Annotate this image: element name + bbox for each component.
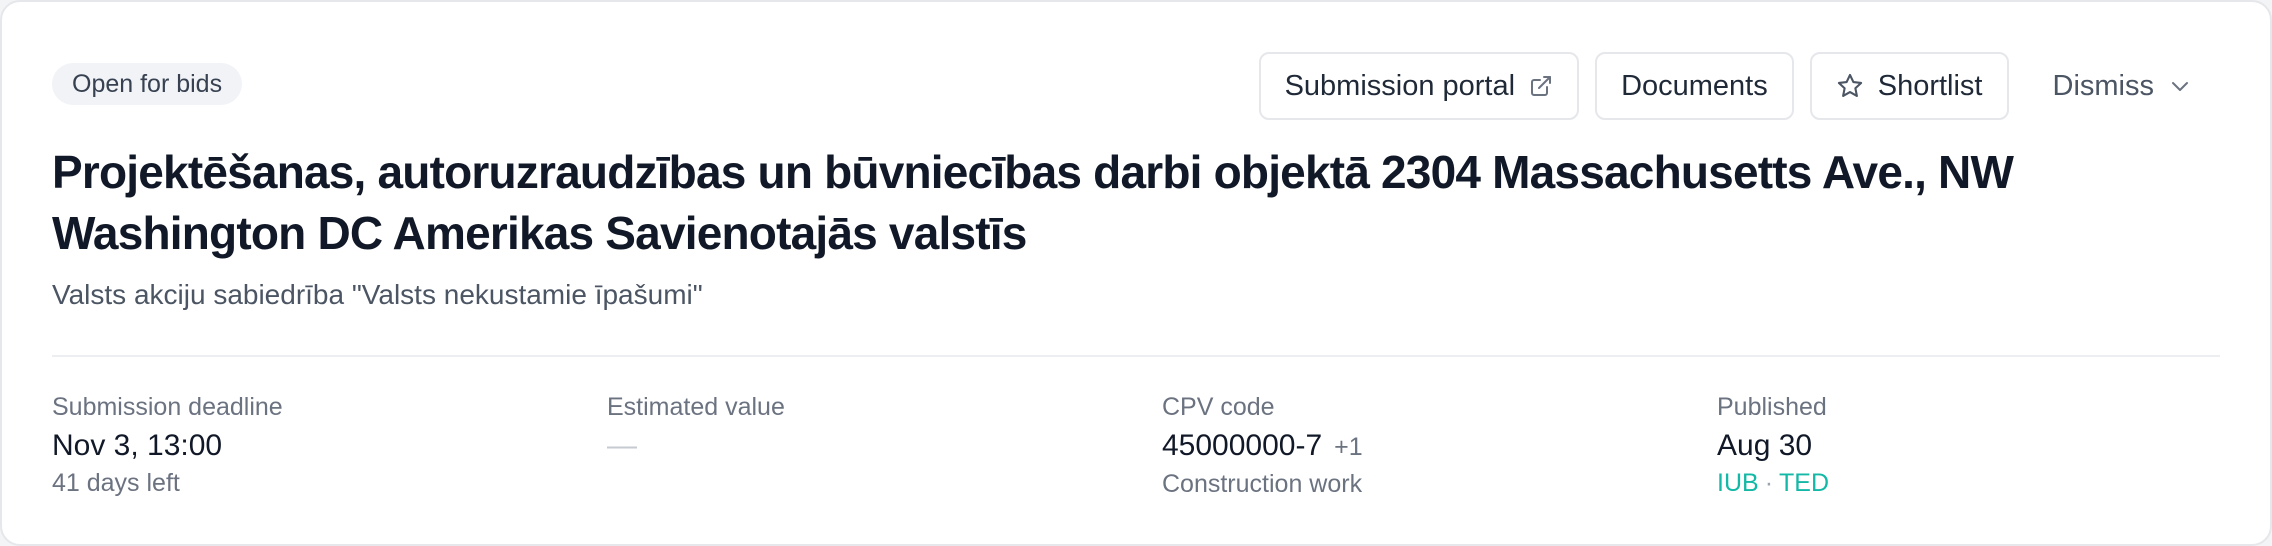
published-block: Published Aug 30 IUB · TED	[1717, 390, 2272, 501]
cpv-block: CPV code 45000000-7 +1 Construction work	[1162, 390, 1717, 501]
tender-card: Open for bids Submission portal Document…	[0, 0, 2272, 546]
star-icon	[1837, 73, 1862, 97]
submission-portal-label: Submission portal	[1284, 69, 1516, 102]
deadline-value: Nov 3, 13:00	[52, 429, 223, 462]
cpv-more-count[interactable]: +1	[1334, 433, 1363, 461]
estimated-value-label: Estimated value	[607, 393, 785, 421]
chevron-down-icon	[2172, 82, 2188, 91]
meta-grid: Submission deadline Nov 3, 13:00 41 days…	[52, 390, 2272, 501]
buyer-name: Valsts akciju sabiedrība "Valsts nekusta…	[52, 279, 703, 310]
cpv-label: CPV code	[1162, 393, 1275, 421]
divider	[52, 355, 2220, 357]
cpv-value-row: 45000000-7 +1	[1162, 426, 1717, 467]
cpv-code: 45000000-7	[1162, 429, 1323, 462]
shortlist-button[interactable]: Shortlist	[1809, 52, 2009, 120]
shortlist-label: Shortlist	[1877, 69, 1983, 102]
submission-portal-button[interactable]: Submission portal	[1258, 52, 1580, 120]
cpv-description: Construction work	[1162, 470, 1363, 498]
deadline-label: Submission deadline	[52, 393, 283, 421]
dismiss-label: Dismiss	[2052, 69, 2155, 102]
source-separator: ·	[1764, 469, 1774, 497]
tender-title: Projektēšanas, autoruzraudzības un būvni…	[52, 146, 2014, 259]
estimated-value-block: Estimated value —	[607, 390, 1162, 501]
published-sources: IUB · TED	[1717, 466, 2272, 500]
external-link-icon	[1531, 76, 1552, 96]
published-date: Aug 30	[1717, 429, 1813, 462]
documents-button[interactable]: Documents	[1595, 52, 1794, 120]
source-link-ted[interactable]: TED	[1779, 469, 1829, 497]
status-badge: Open for bids	[52, 63, 243, 105]
estimated-value: —	[607, 429, 637, 462]
deadline-block: Submission deadline Nov 3, 13:00 41 days…	[52, 390, 607, 501]
action-bar: Submission portal Documents Shortlist Di…	[1258, 52, 2220, 120]
dismiss-button[interactable]: Dismiss	[2024, 52, 2220, 120]
documents-label: Documents	[1621, 69, 1768, 102]
source-link-iub[interactable]: IUB	[1717, 469, 1759, 497]
published-label: Published	[1717, 393, 1827, 421]
days-left: 41 days left	[52, 469, 180, 497]
